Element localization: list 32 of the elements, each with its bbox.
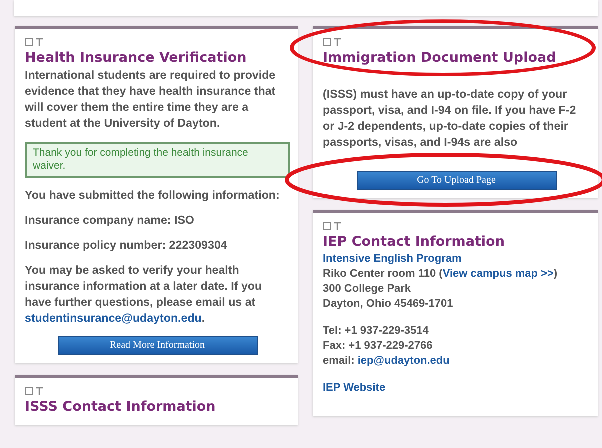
contact-line: email: iep@udayton.edu [323, 354, 450, 369]
contact-line: 300 College Park [323, 282, 412, 297]
card-title: ISSS Contact Information [25, 398, 216, 417]
square-icon[interactable] [323, 222, 331, 230]
link[interactable]: View campus map >> [442, 268, 554, 280]
pin-icon[interactable] [36, 387, 43, 395]
square-icon[interactable] [25, 38, 33, 46]
contact-line: Fax: +1 937-229-2766 [323, 339, 433, 354]
email-link[interactable]: studentinsurance@udayton.edu [25, 312, 202, 325]
card-title: Health Insurance Verification [25, 49, 247, 68]
action-button[interactable]: Read More Information [58, 336, 258, 355]
paragraph: (ISSS) must have an up-to-date copy of your passport, visa, and I-94 on file. If you have F-2 or J-2 dependents, up-to-date copies of their passports, visas, and I-94s are also [323, 87, 578, 151]
link[interactable]: iep@udayton.edu [358, 355, 450, 367]
card-title: IEP Contact Information [323, 233, 505, 252]
paragraph: You may be asked to verify your health insurance information at a later date. If you have further questions, please email us at studentinsurance@udayton.edu. [25, 263, 264, 327]
contact-line: Dayton, Ohio 45469-1701 [323, 297, 454, 312]
contact-line: Tel: +1 937-229-3514 [323, 324, 429, 339]
paragraph: Insurance company name: ISO [25, 213, 196, 229]
square-icon[interactable] [323, 38, 331, 46]
link[interactable]: Intensive English Program [323, 252, 462, 267]
success-notice: Thank you for completing the health insurance waiver. [25, 142, 290, 178]
card-title: Immigration Document Upload [323, 49, 556, 68]
link[interactable]: IEP Website [323, 381, 386, 396]
paragraph: Insurance policy number: 222309304 [25, 238, 228, 254]
pin-icon[interactable] [334, 38, 341, 46]
paragraph: International students are required to provide evidence that they have health insurance that will cover them the entire time they are a student at the University of Dayton. [25, 68, 277, 132]
pin-icon[interactable] [36, 38, 43, 46]
paragraph: You have submitted the following information: [25, 188, 281, 204]
contact-line: Riko Center room 110 (View campus map >>) [323, 267, 558, 282]
square-icon[interactable] [25, 387, 33, 395]
action-button[interactable]: Go To Upload Page [356, 171, 556, 190]
pin-icon[interactable] [334, 222, 341, 230]
